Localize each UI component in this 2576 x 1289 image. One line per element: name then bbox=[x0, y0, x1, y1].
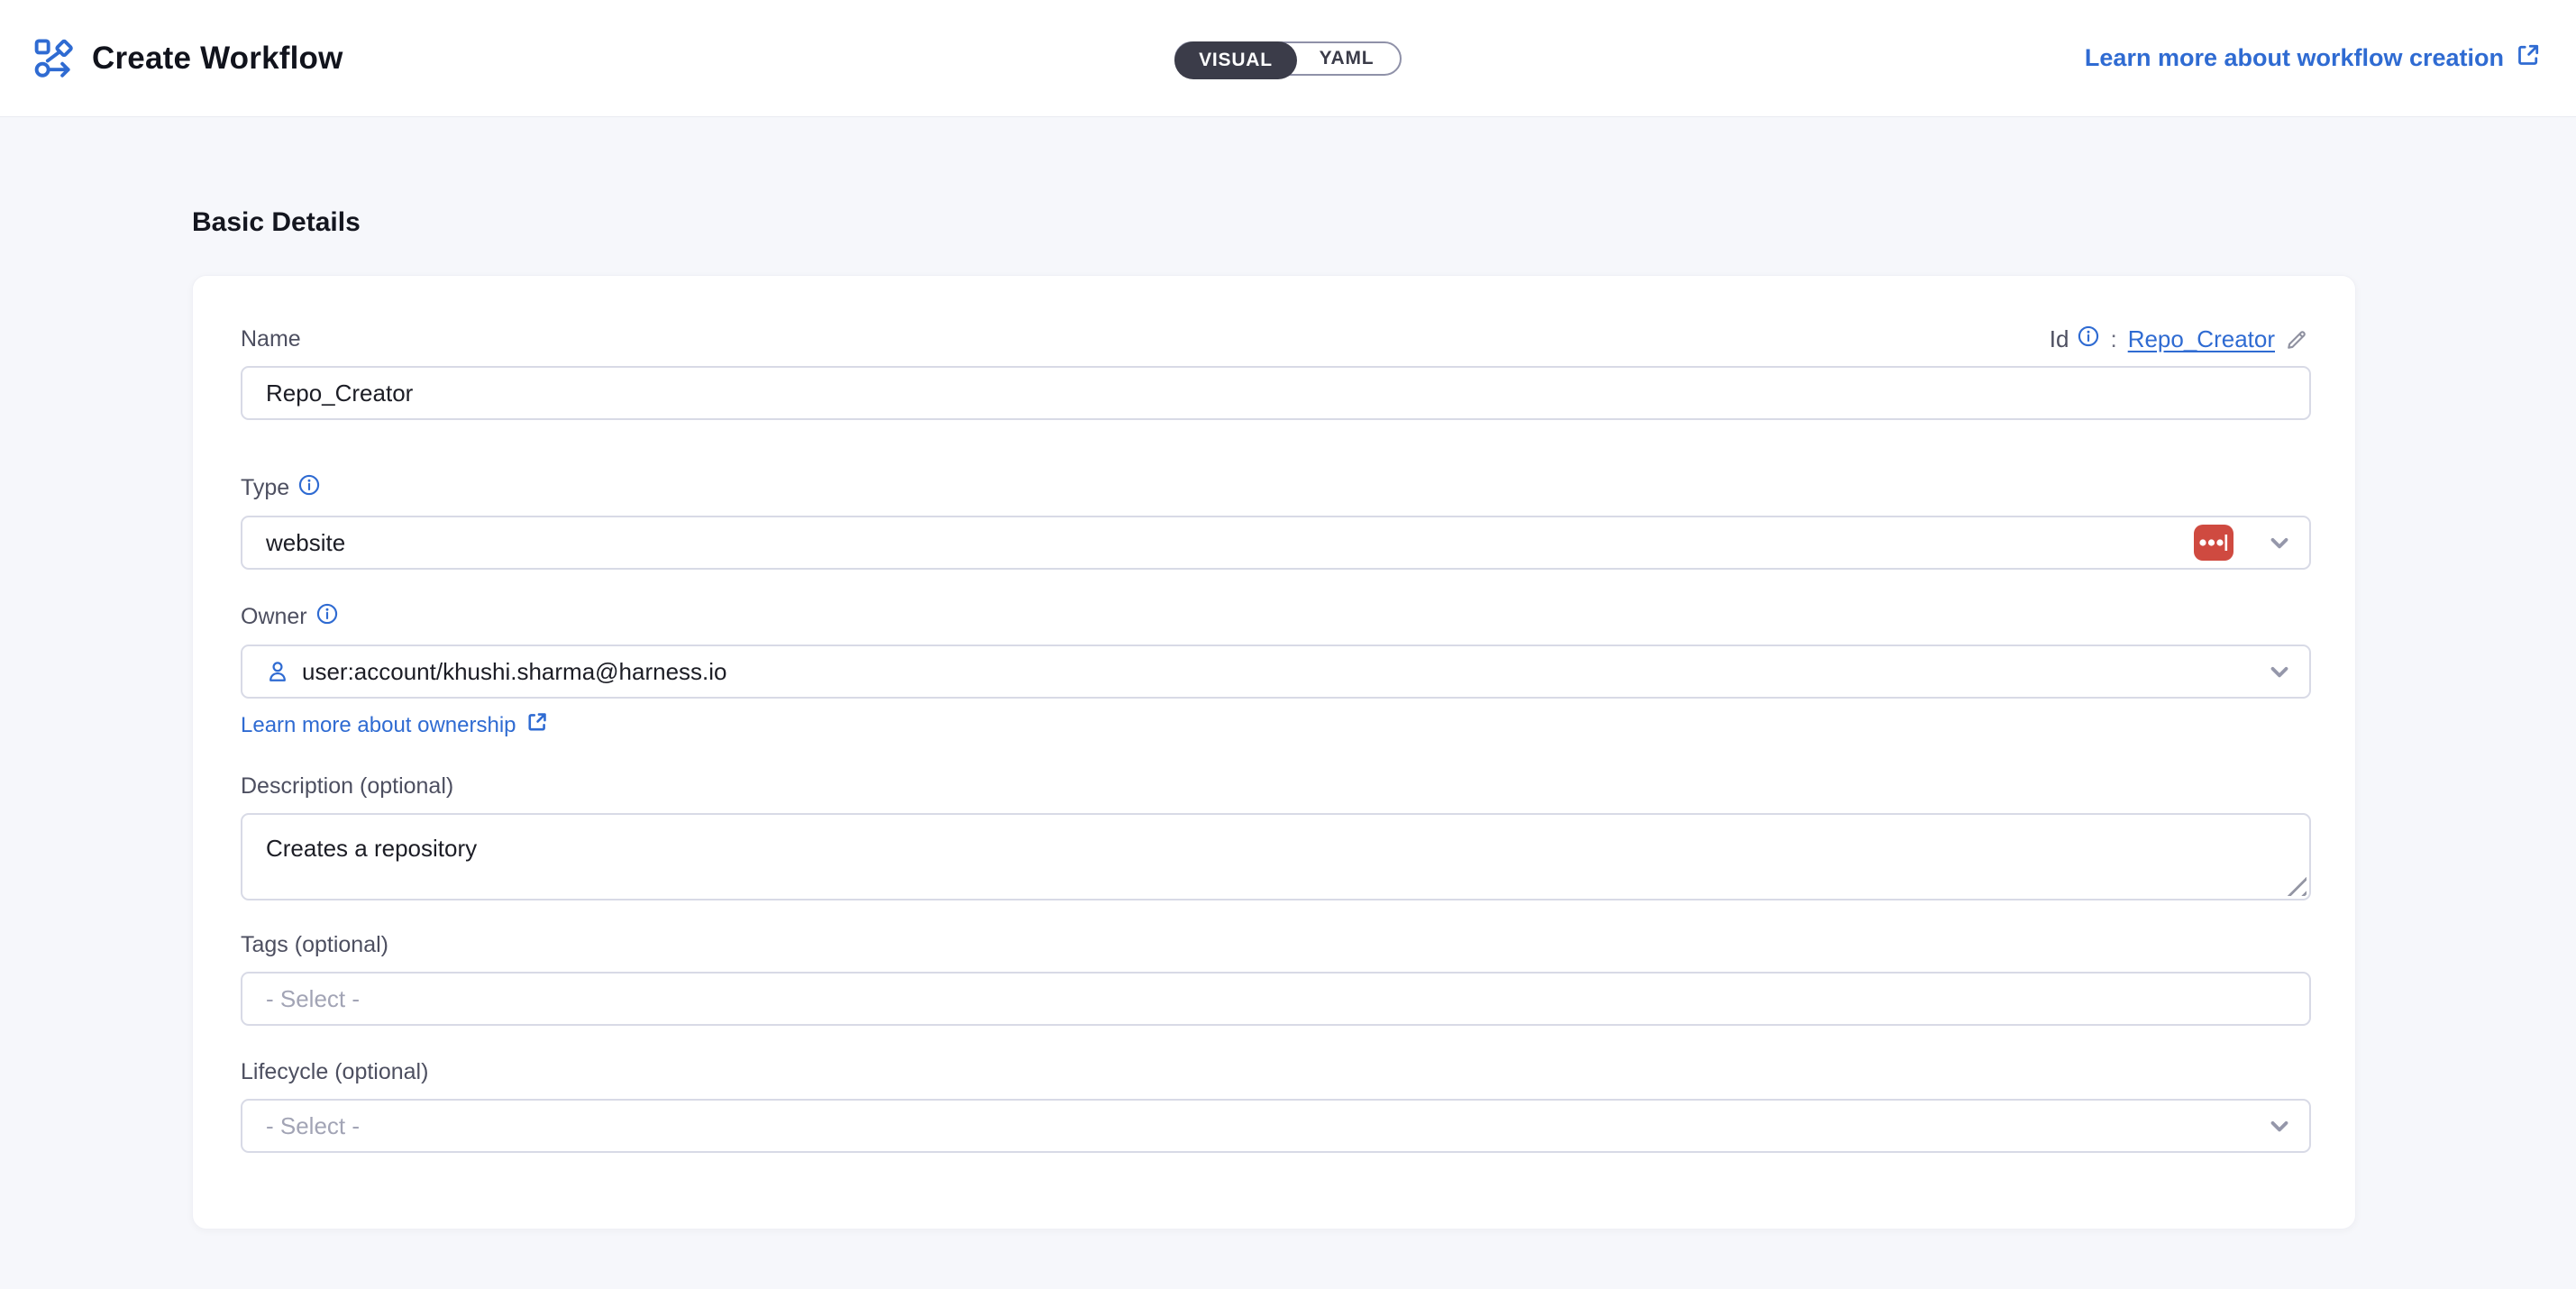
id-value-link[interactable]: Repo_Creator bbox=[2128, 325, 2275, 353]
person-icon bbox=[266, 660, 289, 683]
visual-yaml-toggle[interactable]: VISUAL YAML bbox=[1174, 41, 1402, 76]
lifecycle-label: Lifecycle (optional) bbox=[241, 1059, 428, 1085]
lifecycle-input[interactable] bbox=[266, 1101, 2266, 1151]
description-label: Description (optional) bbox=[241, 773, 453, 800]
info-icon[interactable] bbox=[316, 603, 338, 631]
type-label: Type bbox=[241, 475, 289, 501]
chevron-down-icon[interactable] bbox=[2266, 658, 2293, 685]
basic-details-card: Name Id : Repo_Creator bbox=[192, 275, 2356, 1230]
name-label: Name bbox=[241, 326, 301, 352]
learn-more-workflow-link[interactable]: Learn more about workflow creation bbox=[2085, 41, 2542, 75]
toggle-option-yaml[interactable]: YAML bbox=[1293, 43, 1400, 74]
external-link-icon bbox=[2515, 41, 2542, 75]
lifecycle-select[interactable] bbox=[241, 1099, 2311, 1153]
entity-id-row: Id : Repo_Creator bbox=[2050, 325, 2309, 353]
chevron-down-icon[interactable] bbox=[2266, 1112, 2293, 1139]
info-icon[interactable] bbox=[298, 474, 320, 502]
page-header: Create Workflow VISUAL YAML Learn more a… bbox=[0, 0, 2576, 117]
main-content: Basic Details Name Id : Repo_Creator bbox=[0, 117, 2576, 1230]
toggle-option-visual[interactable]: VISUAL bbox=[1174, 41, 1297, 79]
runtime-input-icon[interactable] bbox=[2194, 525, 2233, 561]
name-input[interactable] bbox=[241, 366, 2311, 420]
id-label: Id bbox=[2050, 325, 2069, 353]
workflow-icon bbox=[34, 39, 76, 78]
learn-more-ownership-label: Learn more about ownership bbox=[241, 713, 516, 738]
page-title: Create Workflow bbox=[92, 41, 343, 77]
owner-input[interactable] bbox=[302, 646, 2266, 697]
learn-more-ownership-link[interactable]: Learn more about ownership bbox=[241, 710, 549, 740]
section-title: Basic Details bbox=[192, 207, 2384, 238]
header-title-group: Create Workflow bbox=[34, 39, 343, 78]
tags-label: Tags (optional) bbox=[241, 932, 388, 958]
description-textarea[interactable]: Creates a repository bbox=[241, 813, 2311, 900]
type-select[interactable] bbox=[241, 516, 2311, 570]
tags-input[interactable] bbox=[241, 972, 2311, 1026]
chevron-down-icon[interactable] bbox=[2266, 529, 2293, 556]
owner-select[interactable] bbox=[241, 644, 2311, 699]
external-link-icon bbox=[525, 710, 549, 740]
learn-more-workflow-label: Learn more about workflow creation bbox=[2085, 44, 2504, 72]
edit-pencil-icon[interactable] bbox=[2284, 327, 2309, 352]
owner-label: Owner bbox=[241, 604, 307, 630]
type-input[interactable] bbox=[266, 517, 2194, 568]
info-icon[interactable] bbox=[2078, 325, 2099, 353]
id-separator: : bbox=[2110, 325, 2116, 353]
